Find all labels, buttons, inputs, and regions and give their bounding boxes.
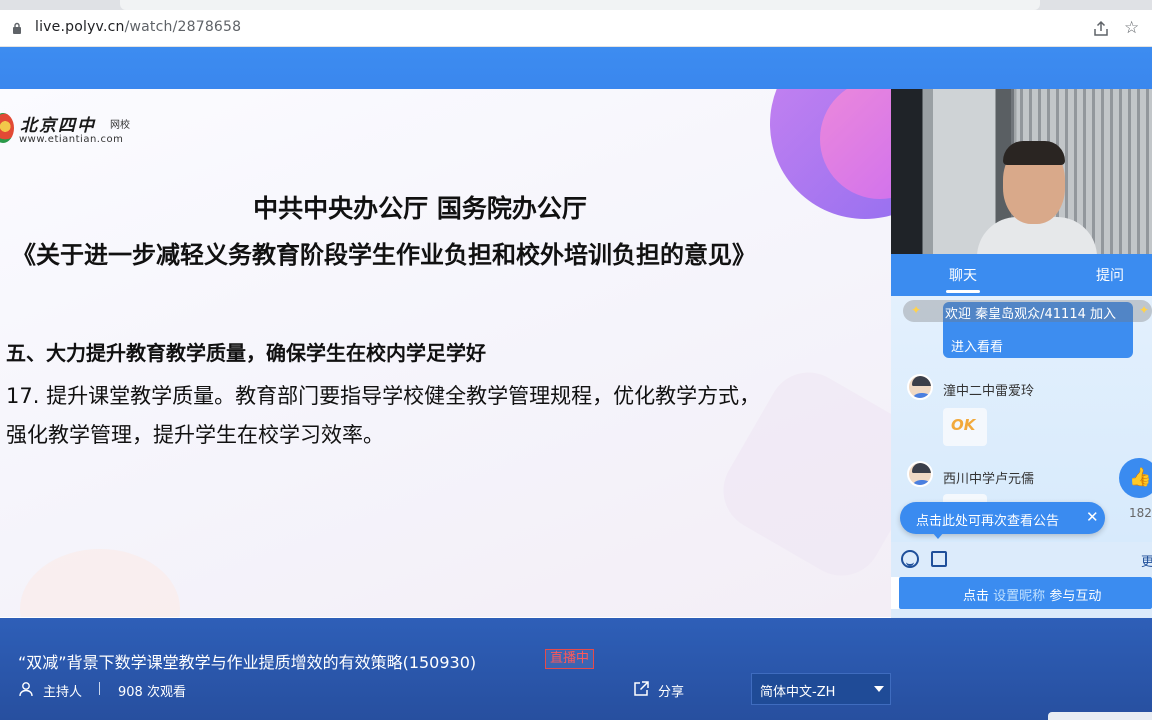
interaction-prompt: 点击 设置昵称 参与互动 xyxy=(963,585,1101,604)
tab-chat[interactable]: 聊天 xyxy=(949,265,977,285)
decor-blob xyxy=(20,549,180,617)
welcome-banner: ✦ 欢迎 秦皇岛观众/41114 加入 ✦ xyxy=(903,300,1152,322)
browser-tab-strip xyxy=(0,0,1152,10)
slide-body: 17. 提升课堂教学质量。教育部门要指导学校健全教学管理规程，优化教学方式， 强… xyxy=(6,377,866,455)
close-icon[interactable]: ✕ xyxy=(1086,508,1099,526)
stream-title: “双减”背景下数学课堂教学与作业提质增效的有效策略(150930) xyxy=(18,653,477,672)
presenter-camera-video[interactable] xyxy=(891,89,1152,254)
chat-footer xyxy=(891,609,1152,618)
share-button[interactable]: 分享 xyxy=(658,681,684,700)
browser-tab[interactable] xyxy=(120,0,1040,10)
emoji-icon[interactable] xyxy=(901,550,919,568)
announcement-tip-text[interactable]: 点击此处可再次查看公告 xyxy=(916,510,1059,529)
share-page-icon[interactable] xyxy=(1092,20,1110,38)
chat-bubble-text: 进入看看 xyxy=(951,340,1004,355)
slide-body-line: 强化教学管理，提升学生在校学习效率。 xyxy=(6,423,384,447)
like-count: 182 xyxy=(1129,506,1152,520)
school-logo: 北京四中 网校 www.etiantian.com xyxy=(0,109,140,149)
side-panel-tabs: 聊天 提问 xyxy=(891,254,1152,296)
chat-toolbar: 更 xyxy=(891,542,1152,577)
tab-question[interactable]: 提问 xyxy=(1096,265,1124,285)
url-path: /watch/2878658 xyxy=(124,19,242,35)
logo-seal-icon xyxy=(0,113,14,143)
sparkle-icon: ✦ xyxy=(911,303,922,317)
thumbs-up-icon: 👍 xyxy=(1129,467,1152,488)
more-button[interactable]: 更 xyxy=(1141,551,1152,570)
address-bar[interactable]: live.polyv.cn/watch/2878658 ☆ xyxy=(0,10,1152,47)
language-select[interactable]: 简体中文-ZH xyxy=(751,673,891,705)
avatar[interactable] xyxy=(907,461,933,487)
like-button[interactable]: 👍 xyxy=(1119,458,1152,498)
url-host: live.polyv.cn xyxy=(35,19,125,35)
welcome-text: 欢迎 秦皇岛观众/41114 加入 xyxy=(945,307,1116,322)
live-status-badge: 直播中 xyxy=(545,649,595,669)
chat-username: 潼中二中雷爱玲 xyxy=(943,384,1035,399)
slide-heading-1: 中共中央办公厅 国务院办公厅 xyxy=(253,194,587,223)
sparkle-icon: ✦ xyxy=(1139,303,1150,317)
corner-panel xyxy=(1048,712,1152,720)
slide-section-title: 五、大力提升教育教学质量，确保学生在校内学足学好 xyxy=(6,341,486,365)
url-text[interactable]: live.polyv.cn/watch/2878658 xyxy=(35,19,241,35)
share-icon[interactable] xyxy=(632,680,650,698)
chevron-down-icon xyxy=(874,686,884,692)
avatar[interactable] xyxy=(907,374,933,400)
chat-message: OK xyxy=(943,408,987,446)
chat-username: 西川中学卢元儒 xyxy=(943,472,1035,487)
user-icon xyxy=(19,682,33,697)
player-header-strip xyxy=(0,47,1152,89)
join-interaction-bar[interactable]: 点击 设置昵称 参与互动 xyxy=(899,577,1152,609)
interaction-suffix: 参与互动 xyxy=(1049,589,1102,604)
announcement-icon[interactable] xyxy=(931,551,947,567)
stream-info-bar: “双减”背景下数学课堂教学与作业提质增效的有效策略(150930) 直播中 主持… xyxy=(0,618,1152,720)
lock-icon[interactable] xyxy=(12,22,22,34)
announcement-tip[interactable]: 点击此处可再次查看公告 ✕ xyxy=(900,502,1105,539)
ok-sticker: OK xyxy=(951,416,976,434)
tip-pointer xyxy=(932,532,944,539)
bookmark-star-icon[interactable]: ☆ xyxy=(1124,19,1142,37)
slide-body-line: 17. 提升课堂教学质量。教育部门要指导学校健全教学管理规程，优化教学方式， xyxy=(6,384,761,408)
view-count: 908 次观看 xyxy=(118,685,186,700)
logo-name: 北京四中 xyxy=(20,116,96,136)
presentation-slide: 北京四中 网校 www.etiantian.com 中共中央办公厅 国务院办公厅… xyxy=(0,89,891,617)
set-nickname-link[interactable]: 设置昵称 xyxy=(993,589,1045,604)
active-tab-underline xyxy=(946,290,980,293)
logo-tag: 网校 xyxy=(110,120,130,131)
host-label: 主持人 xyxy=(43,685,83,700)
interaction-prefix: 点击 xyxy=(963,589,990,604)
slide-heading-2: 《关于进一步减轻义务教育阶段学生作业负担和校外培训负担的意见》 xyxy=(12,241,756,269)
presenter-figure xyxy=(1003,141,1065,165)
language-value: 简体中文-ZH xyxy=(760,685,836,700)
divider xyxy=(99,682,100,695)
logo-site: www.etiantian.com xyxy=(19,134,124,145)
